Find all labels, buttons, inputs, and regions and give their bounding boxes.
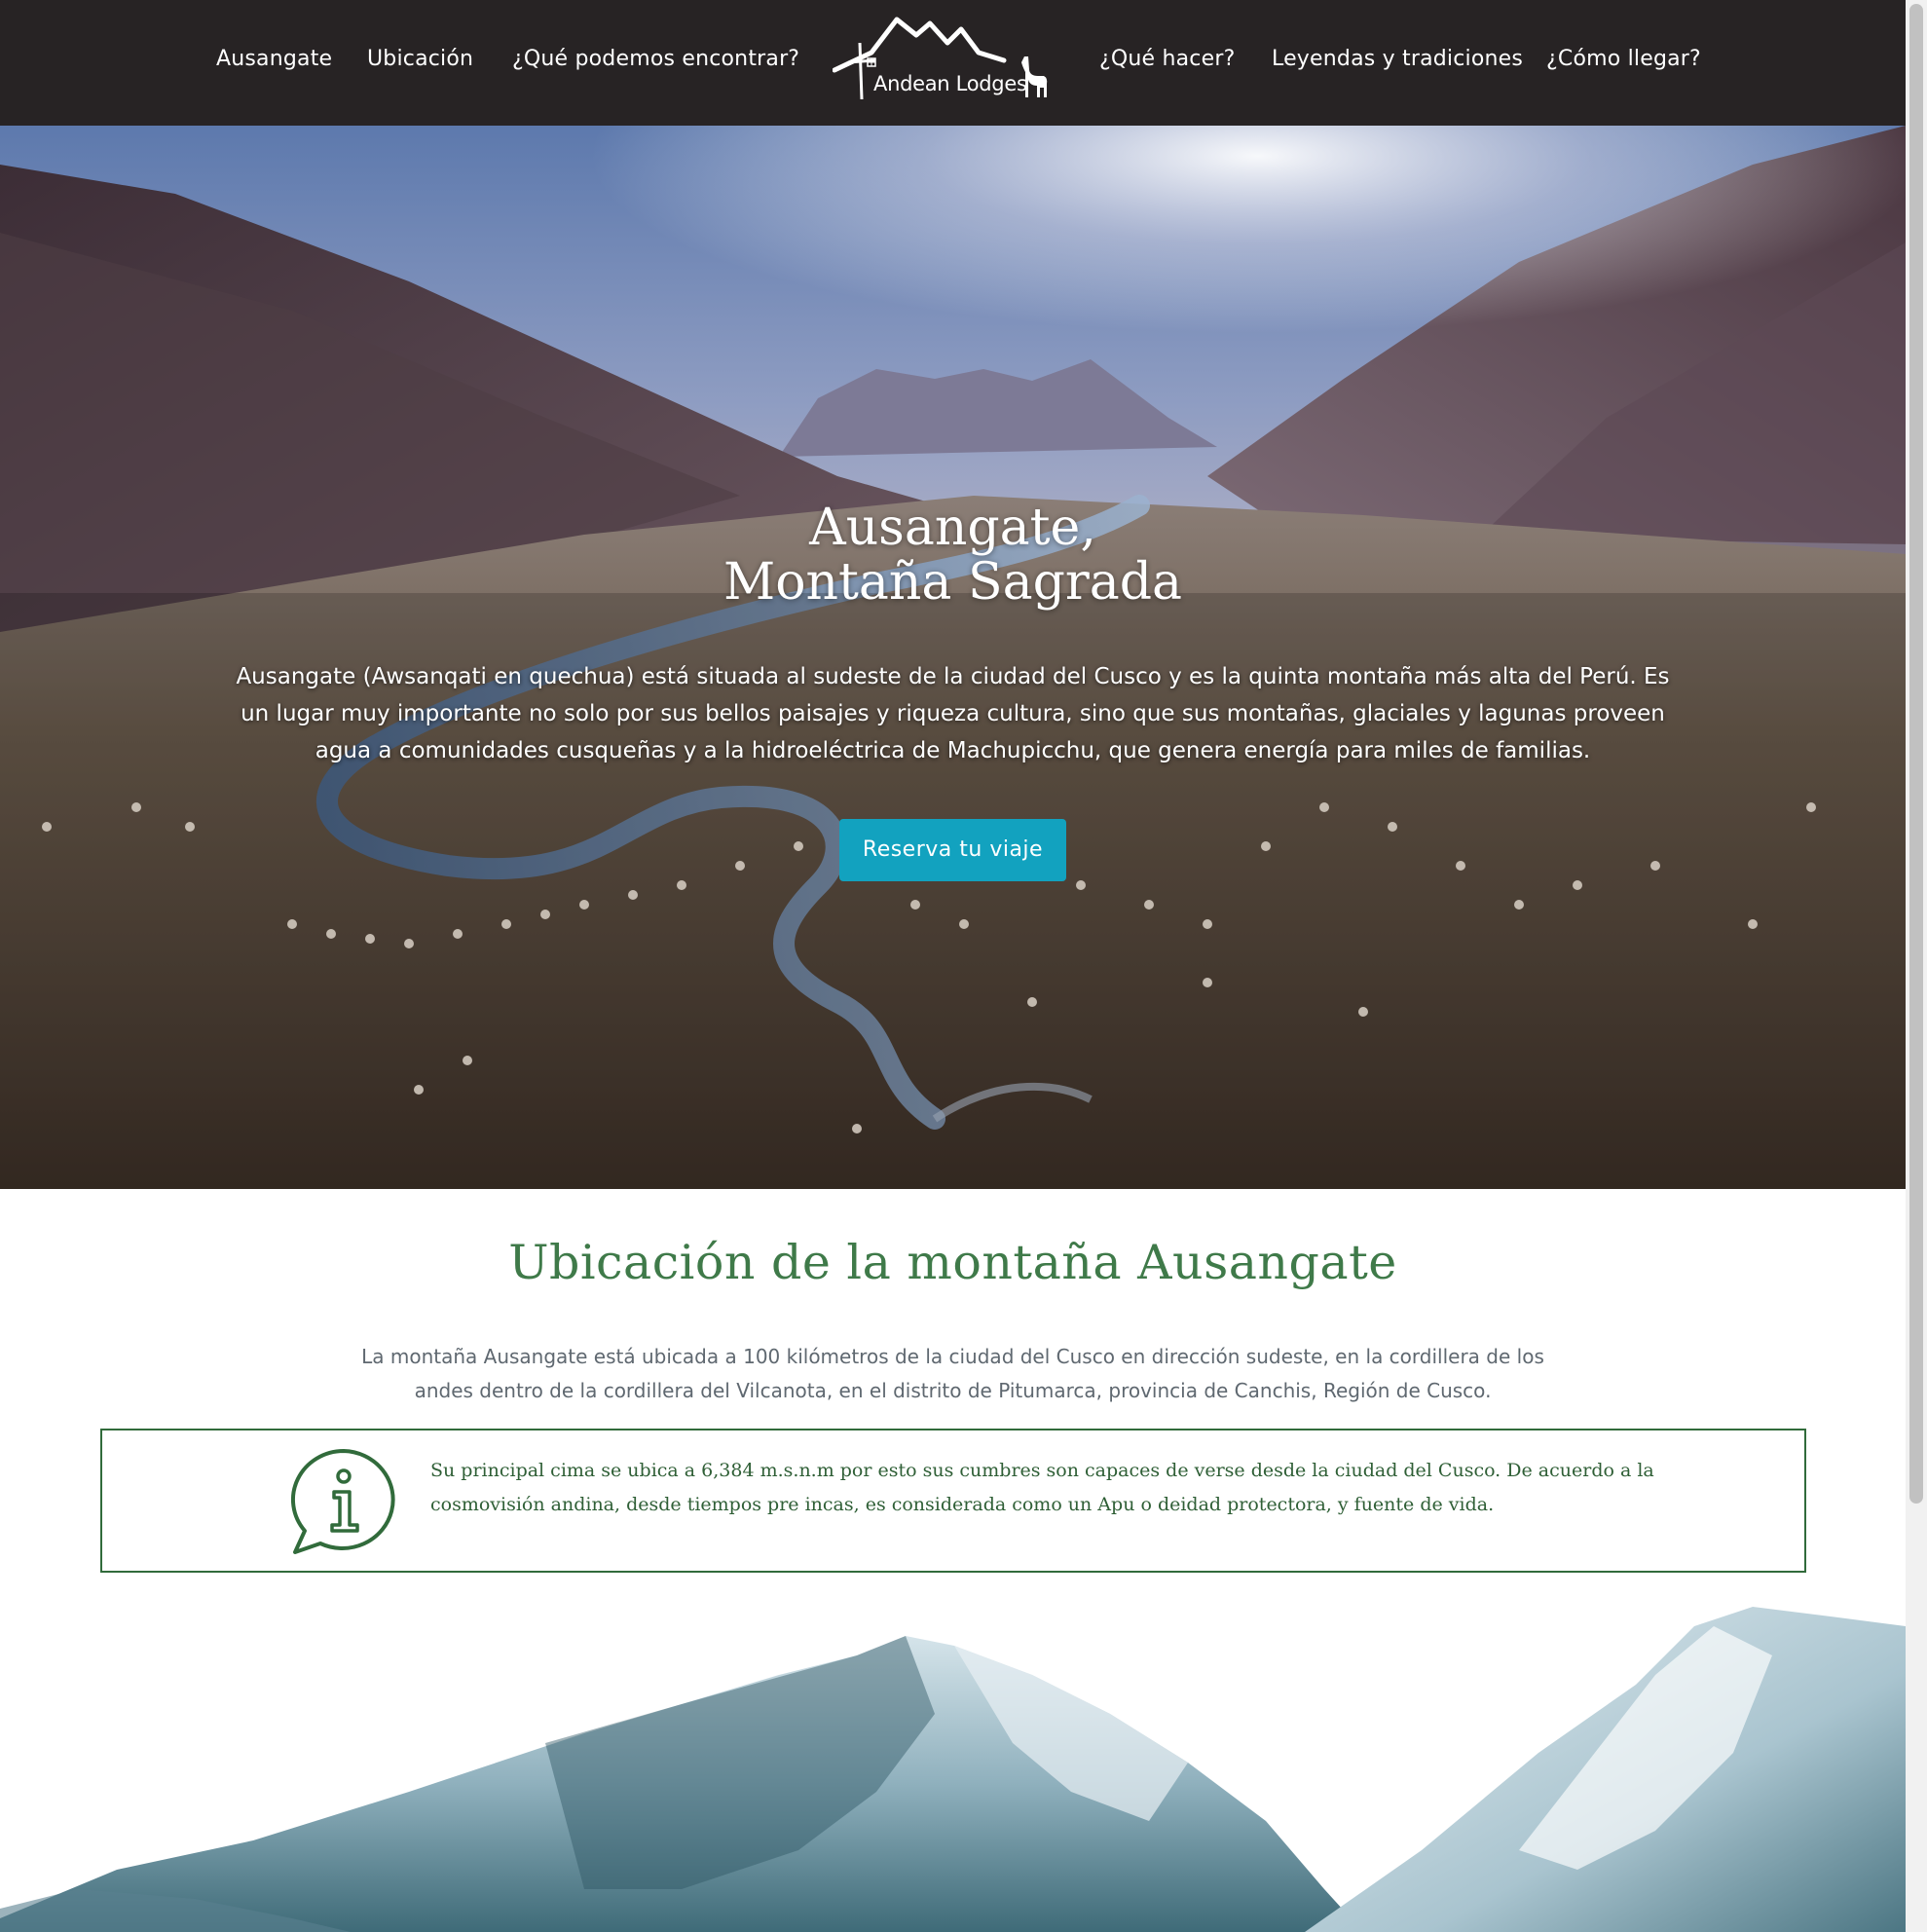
nav-link-como-llegar[interactable]: ¿Cómo llegar? [1546, 47, 1701, 71]
nav-link-leyendas-y-tradiciones[interactable]: Leyendas y tradiciones [1272, 47, 1523, 71]
hero-title: Ausangate, Montaña Sagrada [0, 501, 1906, 610]
hero-section: Ausangate, Montaña Sagrada Ausangate (Aw… [0, 126, 1906, 1189]
hero-paragraph: Ausangate (Awsanqati en quechua) está si… [236, 664, 1670, 763]
location-paragraph: La montaña Ausangate está ubicada a 100 … [361, 1345, 1544, 1402]
info-callout-box: Su principal cima se ubica a 6,384 m.s.n… [100, 1429, 1806, 1573]
site-header: Ausangate Ubicación ¿Qué podemos encontr… [0, 0, 1906, 126]
hero-landscape-image [0, 126, 1906, 1189]
snowy-mountains-image [0, 1597, 1906, 1932]
nav-link-ubicacion[interactable]: Ubicación [367, 47, 473, 71]
scrollbar-thumb[interactable] [1909, 4, 1923, 1504]
hero-title-line-1: Ausangate, [809, 499, 1096, 557]
nav-link-que-hacer[interactable]: ¿Qué hacer? [1099, 47, 1235, 71]
site-logo[interactable]: Andean Lodges [833, 16, 1056, 105]
nav-link-que-podemos-encontrar[interactable]: ¿Qué podemos encontrar? [512, 47, 799, 71]
info-callout-text: Su principal cima se ubica a 6,384 m.s.n… [430, 1460, 1654, 1515]
nav-link-ausangate[interactable]: Ausangate [216, 47, 332, 71]
logo-text: Andean Lodges [873, 72, 1027, 95]
hero-title-line-2: Montaña Sagrada [723, 553, 1183, 612]
book-trip-button[interactable]: Reserva tu viaje [839, 819, 1066, 881]
page-scrollbar[interactable] [1906, 0, 1927, 1932]
location-section-title: Ubicación de la montaña Ausangate [508, 1235, 1397, 1290]
info-speech-bubble-icon [290, 1449, 395, 1554]
